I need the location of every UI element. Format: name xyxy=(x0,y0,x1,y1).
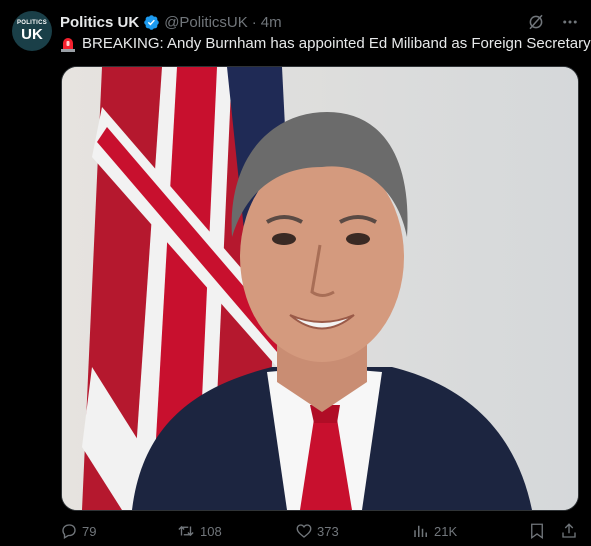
bookmark-icon xyxy=(531,523,543,540)
post-text: BREAKING: Andy Burnham has appointed Ed … xyxy=(60,34,591,54)
grok-icon[interactable] xyxy=(527,13,545,31)
post-actions: 79 108 373 21K xyxy=(60,520,579,542)
verified-badge-icon xyxy=(144,14,159,30)
more-options-icon[interactable] xyxy=(561,13,579,31)
views-icon xyxy=(414,525,427,537)
author-handle[interactable]: @PoliticsUK xyxy=(164,14,248,31)
views-action[interactable]: 21K xyxy=(412,520,457,542)
post-header: Politics UK @PoliticsUK · 4m xyxy=(60,12,282,32)
like-count: 373 xyxy=(317,523,339,539)
repost-action[interactable]: 108 xyxy=(176,520,222,542)
reply-icon xyxy=(62,524,76,539)
rotating-light-icon xyxy=(61,38,75,52)
separator-dot: · xyxy=(251,13,257,31)
heart-icon xyxy=(296,524,312,538)
share-icon xyxy=(562,523,576,538)
post-body: BREAKING: Andy Burnham has appointed Ed … xyxy=(82,35,591,52)
reply-action[interactable]: 79 xyxy=(60,520,96,542)
bookmark-action[interactable] xyxy=(528,520,546,542)
reply-count: 79 xyxy=(82,523,97,539)
repost-icon xyxy=(178,525,194,537)
avatar-text-main: UK xyxy=(21,26,43,43)
views-count: 21K xyxy=(434,523,458,539)
author-name[interactable]: Politics UK xyxy=(60,14,139,31)
post-image[interactable] xyxy=(61,66,579,511)
avatar[interactable]: POLITICS UK xyxy=(12,11,52,51)
photo-illustration xyxy=(62,67,578,510)
like-action[interactable]: 373 xyxy=(295,520,339,542)
post-timestamp[interactable]: 4m xyxy=(261,14,282,31)
share-action[interactable] xyxy=(560,520,578,542)
repost-count: 108 xyxy=(200,523,222,539)
header-icons xyxy=(527,12,579,32)
